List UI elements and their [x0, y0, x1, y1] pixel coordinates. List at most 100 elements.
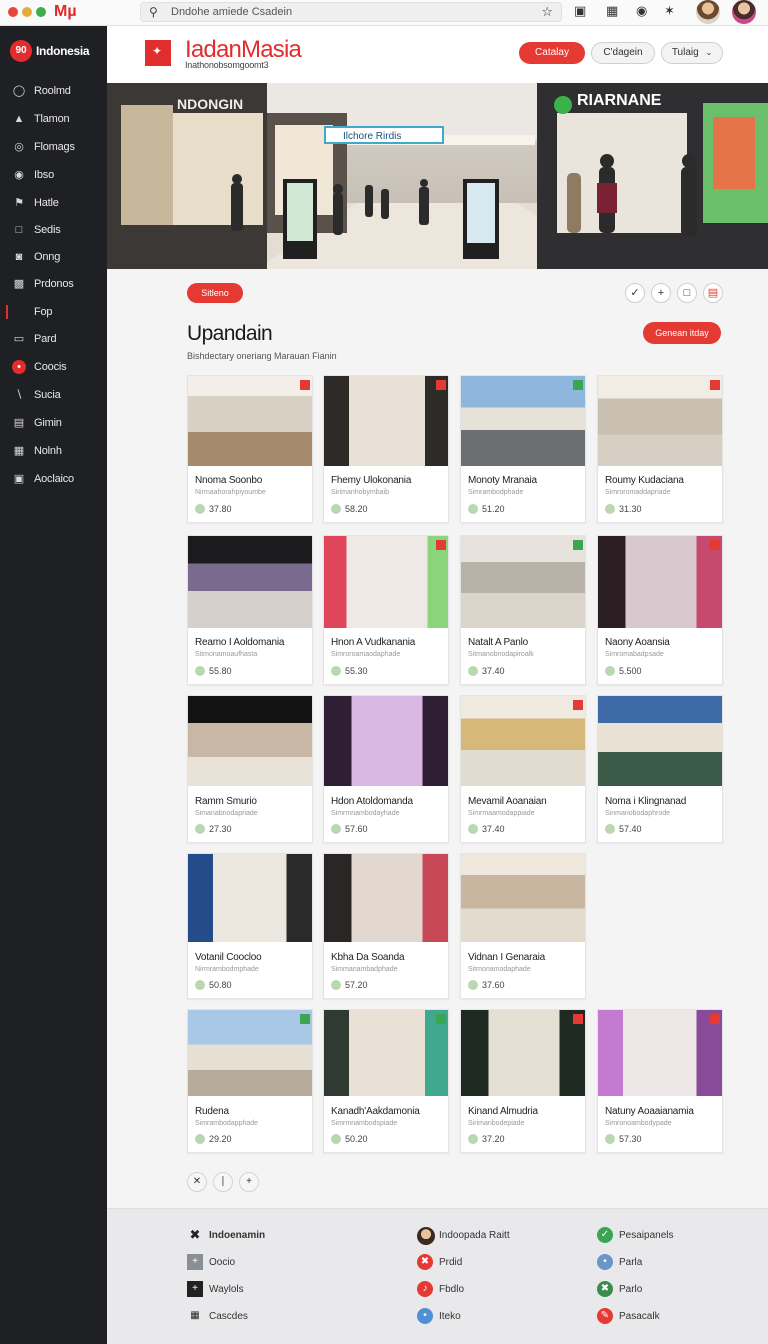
- mall-card[interactable]: Hnon A Vudkanania Simroroamaodaphade 55.…: [323, 535, 449, 685]
- footer-link[interactable]: • Iteko: [417, 1308, 617, 1326]
- share-icon[interactable]: ▤: [703, 283, 723, 303]
- bookmark-icon[interactable]: ☆: [541, 4, 553, 20]
- sidebar-item-tlamon[interactable]: ▲ Tlamon: [0, 108, 107, 132]
- mall-card[interactable]: Mevamil Aoanaian Simrmaamodappiade 37.40: [460, 695, 586, 843]
- close-icon[interactable]: ✕: [187, 1172, 207, 1192]
- tulaig-dropdown[interactable]: Tulaig ⌄: [661, 42, 723, 64]
- sidebar-item-coocis[interactable]: • Coocis: [0, 356, 107, 380]
- mall-card[interactable]: Reamo I Aoldomania Sitmonamoaufhasta 55.…: [187, 535, 313, 685]
- bookmark-tag-icon[interactable]: [436, 380, 446, 390]
- camera-icon[interactable]: ▣: [574, 3, 586, 19]
- mall-card[interactable]: Vidnan I Genaraia Sitmonamodaphade 37.60: [460, 853, 586, 999]
- footer-link[interactable]: ✓ Pesaipanels: [597, 1227, 768, 1245]
- sidebar-item-label: Onng: [34, 251, 61, 263]
- footer-link[interactable]: ✖ Indoenamin: [187, 1227, 387, 1245]
- mall-card[interactable]: Rudena Simrambodapphade 29.20: [187, 1009, 313, 1153]
- price-dot-icon: [195, 1134, 205, 1144]
- mall-card[interactable]: Natuny Aoaaianamia Simronoambodypade 57.…: [597, 1009, 723, 1153]
- sidebar-item-fop[interactable]: Fop: [0, 301, 107, 325]
- close-window-dot[interactable]: [8, 7, 18, 17]
- filter-pill[interactable]: Sitleno: [187, 283, 243, 303]
- minimize-window-dot[interactable]: [22, 7, 32, 17]
- mall-price: 55.30: [345, 666, 368, 676]
- catalog-button[interactable]: Catalay: [519, 42, 585, 64]
- bookmark-tag-icon[interactable]: [300, 380, 310, 390]
- mall-card[interactable]: Hdon Atoldomanda Simrmnambodayhade 57.60: [323, 695, 449, 843]
- footer-link[interactable]: ✖ Parlo: [597, 1281, 768, 1299]
- bookmark-tag-icon[interactable]: [710, 380, 720, 390]
- mall-meta: Simrmnambodayhade: [331, 810, 400, 817]
- footer-link[interactable]: ✎ Pasacalk: [597, 1308, 768, 1326]
- mall-price: 27.30: [209, 824, 232, 834]
- hat-icon: ▲: [13, 113, 25, 125]
- sidebar-item-sucia[interactable]: ∖ Sucia: [0, 384, 107, 408]
- footer-link[interactable]: + Waylols: [187, 1281, 387, 1299]
- mall-card[interactable]: Fhemy Ulokonania Sirimanhobymbaib 58.20: [323, 375, 449, 523]
- sidebar-item-onng[interactable]: ◙ Onng: [0, 246, 107, 270]
- mall-thumbnail: [324, 696, 448, 786]
- tulaig-label: Tulaig: [671, 47, 699, 58]
- sidebar-item-nolnh[interactable]: ▦ Nolnh: [0, 440, 107, 464]
- footer-link[interactable]: Indoopada Raitt: [417, 1227, 617, 1245]
- mall-card[interactable]: Ramm Smurio Simanabnodapriade 27.30: [187, 695, 313, 843]
- chrome-icon[interactable]: ◉: [636, 3, 647, 19]
- prev-page-icon[interactable]: ∣: [213, 1172, 233, 1192]
- add-page-icon[interactable]: +: [239, 1172, 259, 1192]
- add-icon[interactable]: +: [651, 283, 671, 303]
- footer-link[interactable]: ♪ Fbdlo: [417, 1281, 617, 1299]
- sidebar-item-gimin[interactable]: ▤ Gimin: [0, 412, 107, 436]
- compare-button[interactable]: Genean itday: [643, 322, 721, 344]
- footer-link[interactable]: + Oocio: [187, 1254, 387, 1272]
- bookmark-tag-icon[interactable]: [710, 1014, 720, 1024]
- gagein-button[interactable]: C'dagein: [591, 42, 655, 64]
- mall-price: 57.30: [619, 1134, 642, 1144]
- footer-link[interactable]: ▦ Cascdes: [187, 1308, 387, 1326]
- user-avatar-2[interactable]: [732, 0, 756, 24]
- bookmark-tag-icon[interactable]: [436, 1014, 446, 1024]
- bookmark-tag-icon[interactable]: [573, 540, 583, 550]
- mall-card[interactable]: Kbha Da Soanda Simmanambadphade 57.20: [323, 853, 449, 999]
- footer-link[interactable]: • Parla: [597, 1254, 768, 1272]
- mall-name: Hnon A Vudkanania: [331, 637, 416, 648]
- mall-meta: Simanabnodapriade: [195, 810, 258, 817]
- mall-card[interactable]: Roumy Kudaciana Simroromaddapriade 31.30: [597, 375, 723, 523]
- maximize-window-dot[interactable]: [36, 7, 46, 17]
- address-bar[interactable]: ⚲ Dndohe amiede Csadein ☆: [140, 2, 562, 22]
- footer-link[interactable]: ✖ Prdid: [417, 1254, 617, 1272]
- footer-link-label: Pasacalk: [619, 1311, 660, 1322]
- price-dot-icon: [468, 824, 478, 834]
- site-logo-icon[interactable]: [145, 40, 171, 66]
- bookmark-list-icon[interactable]: ▦: [606, 3, 618, 19]
- site-subtitle: Inathonobsomgoomt3: [185, 60, 269, 70]
- red-circle-icon: ✎: [597, 1308, 613, 1324]
- extension-icon[interactable]: ✶: [664, 3, 675, 19]
- sidebar-item-prdonos[interactable]: ▩ Prdonos: [0, 273, 107, 297]
- bookmark-tag-icon[interactable]: [573, 1014, 583, 1024]
- bookmark-tag-icon[interactable]: [300, 1014, 310, 1024]
- sidebar-item-pard[interactable]: ▭ Pard: [0, 328, 107, 352]
- sidebar-item-roolmd[interactable]: ◯ Roolmd: [0, 80, 107, 104]
- footer-link-label: Fbdlo: [439, 1284, 465, 1295]
- sidebar-item-aoclaico[interactable]: ▣ Aoclaico: [0, 468, 107, 492]
- bookmark-tag-icon[interactable]: [710, 540, 720, 550]
- mall-name: Monoty Mranaia: [468, 475, 537, 486]
- mall-card[interactable]: Kanadh'Aakdamonia Simrmnambodspiade 50.2…: [323, 1009, 449, 1153]
- mall-card[interactable]: Kinand Almudria Sirimanbodepiade 37.20: [460, 1009, 586, 1153]
- mall-card[interactable]: Noma i Klingnanad Sinmanobodaphrode 57.4…: [597, 695, 723, 843]
- mall-card[interactable]: Votanil Coocloo Nirmrambodmphade 50.80: [187, 853, 313, 999]
- view-toggle-icon[interactable]: □: [677, 283, 697, 303]
- mall-card[interactable]: Natalt A Panlo Sitmanobnodapiroalk 37.40: [460, 535, 586, 685]
- mall-card[interactable]: Nnoma Soonbo Nirmaahorahpiyoumbe 37.80: [187, 375, 313, 523]
- mall-card[interactable]: Monoty Mranaia Simrambodphade 51.20: [460, 375, 586, 523]
- sidebar-item-ibso[interactable]: ◉ Ibso: [0, 164, 107, 188]
- check-icon[interactable]: ✓: [625, 283, 645, 303]
- sidebar-item-flomags[interactable]: ◎ Flomags: [0, 136, 107, 160]
- mall-price: 37.40: [482, 666, 505, 676]
- user-avatar-1[interactable]: [696, 0, 720, 24]
- bookmark-tag-icon[interactable]: [436, 540, 446, 550]
- sidebar-item-sedis[interactable]: □ Sedis: [0, 219, 107, 243]
- bookmark-tag-icon[interactable]: [573, 700, 583, 710]
- mall-card[interactable]: Naony Aoansia Simromabadpsade 5.500: [597, 535, 723, 685]
- sidebar-item-hatle[interactable]: ⚑ Hatle: [0, 192, 107, 216]
- bookmark-tag-icon[interactable]: [573, 380, 583, 390]
